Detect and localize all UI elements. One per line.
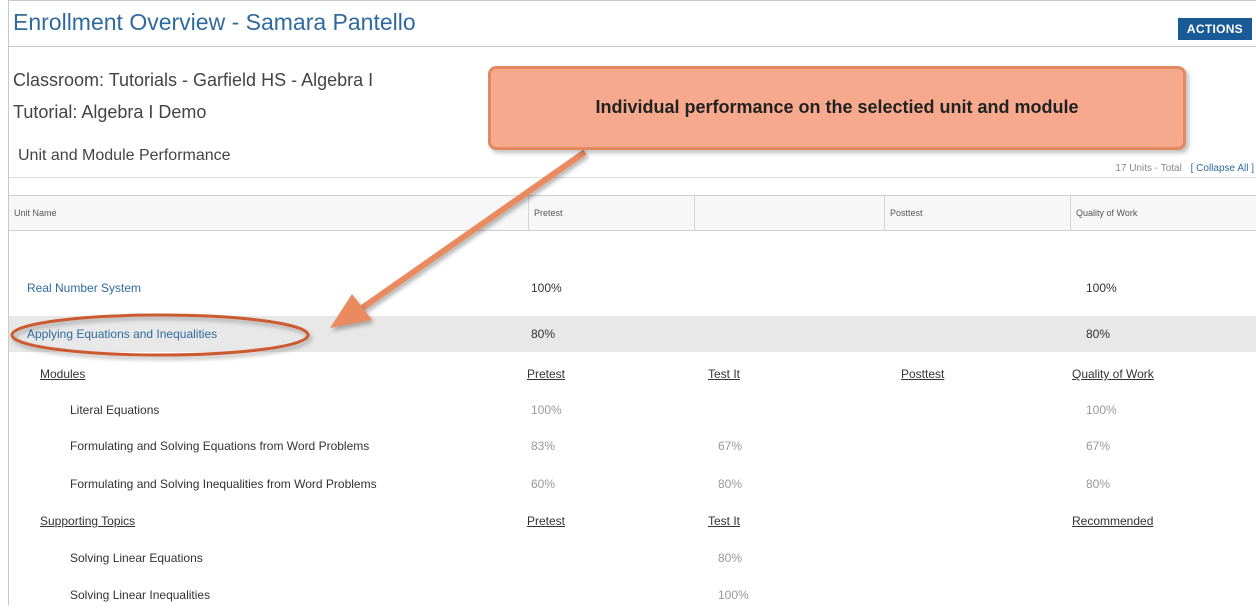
callout-text: Individual performance on the selectied …	[595, 97, 1079, 117]
arrow-line	[360, 149, 587, 311]
arrow-head	[330, 294, 372, 328]
highlight-ellipse	[10, 313, 310, 357]
annotation-callout: Individual performance on the selectied …	[488, 66, 1186, 150]
